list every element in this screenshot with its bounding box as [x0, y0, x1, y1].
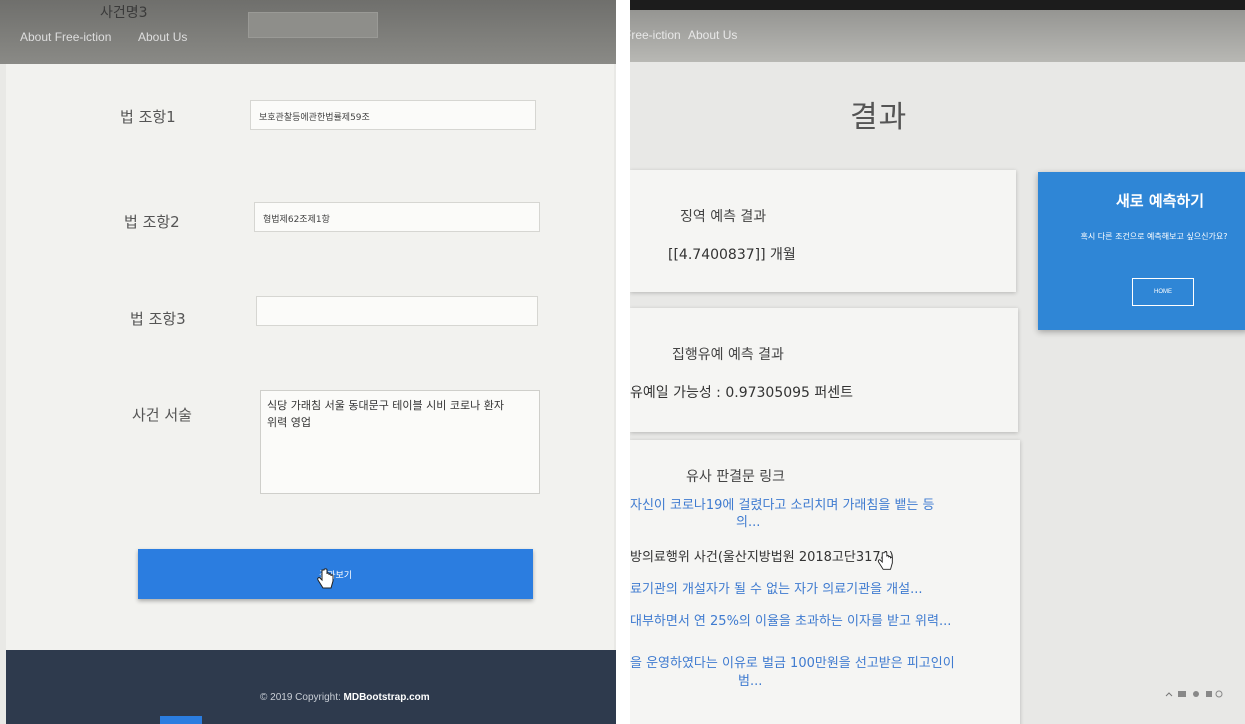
hand-cursor-icon	[317, 568, 334, 589]
law1-label: 법 조항1	[120, 108, 176, 126]
ruling-link-1-cont[interactable]: 의...	[736, 511, 760, 530]
probation-card-value: 유예일 가능성 : 0.97305095 퍼센트	[630, 385, 854, 401]
nav-link-free-iction[interactable]: Free-iction	[630, 28, 681, 42]
law2-input[interactable]: 형법제62조제1항	[254, 202, 540, 232]
footer-brand-link[interactable]: MDBootstrap.com	[344, 692, 430, 703]
navbar: Free-iction About Us	[630, 10, 1245, 62]
ruling-link-5[interactable]: 을 운영하였다는 이유로 벌금 100만원을 선고받은 피고인이	[630, 652, 955, 671]
copyright-text: © 2019 Copyright: MDBootstrap.com	[260, 692, 430, 703]
window-top-edge	[630, 0, 1245, 10]
description-line-1: 식당 가래침 서울 동대문구 테이블 시비 코로나 환자	[267, 399, 504, 412]
case-description-label: 사건 서술	[132, 406, 192, 424]
new-prediction-title: 새로 예측하기	[1116, 192, 1205, 210]
prison-card-title: 징역 예측 결과	[680, 209, 767, 225]
ruling-link-1[interactable]: 자신이 코로나19에 걸렸다고 소리치며 가래침을 뱉는 등	[630, 494, 934, 513]
page-title: 결과	[850, 100, 908, 135]
nav-link-about-us[interactable]: About Us	[688, 28, 737, 42]
case-description-textarea[interactable]: 식당 가래침 서울 동대문구 테이블 시비 코로나 환자 위력 영업	[260, 390, 540, 494]
prison-prediction-card: 징역 예측 결과 [[4.7400837]] 개월	[630, 170, 1016, 292]
law3-input[interactable]	[256, 296, 538, 326]
copyright-prefix: © 2019 Copyright:	[260, 692, 344, 703]
system-tray-icons	[1164, 688, 1224, 703]
home-button[interactable]: HOME	[1132, 278, 1194, 306]
hand-cursor-icon	[877, 551, 893, 570]
clipped-field-label: 사건명3	[100, 5, 148, 21]
clipped-input[interactable]	[248, 12, 378, 38]
footer: © 2019 Copyright: MDBootstrap.com	[6, 650, 616, 724]
right-photo-panel: Free-iction About Us 결과 징역 예측 결과 [[4.740…	[630, 0, 1245, 724]
navbar: 사건명3 About Free-iction About Us	[0, 0, 616, 64]
prison-card-value: [[4.7400837]] 개월	[668, 247, 796, 263]
probation-card-title: 집행유예 예측 결과	[672, 347, 784, 363]
new-prediction-card: 새로 예측하기 혹시 다른 조건으로 예측해보고 싶으신가요? HOME	[1038, 172, 1245, 330]
nav-link-about-us[interactable]: About Us	[138, 30, 187, 44]
new-prediction-description: 혹시 다른 조건으로 예측해보고 싶으신가요?	[1080, 232, 1228, 241]
ruling-link-3[interactable]: 료기관의 개설자가 될 수 없는 자가 의료기관을 개설...	[630, 578, 922, 597]
view-result-button[interactable]: 결과보기	[138, 549, 533, 599]
probation-prediction-card: 집행유예 예측 결과 유예일 가능성 : 0.97305095 퍼센트	[630, 308, 1018, 432]
ruling-link-5-cont[interactable]: 범...	[738, 670, 762, 689]
similar-rulings-card: 유사 판결문 링크 자신이 코로나19에 걸렸다고 소리치며 가래침을 뱉는 등…	[630, 440, 1020, 724]
similar-rulings-title: 유사 판결문 링크	[686, 469, 786, 485]
taskbar-indicator	[160, 716, 202, 724]
description-line-2: 위력 영업	[267, 416, 311, 429]
law2-label: 법 조항2	[124, 213, 180, 231]
home-button-label: HOME	[1154, 289, 1172, 295]
ruling-link-4[interactable]: 대부하면서 연 25%의 이율을 초과하는 이자를 받고 위력...	[630, 610, 951, 629]
tray-icons	[1165, 690, 1223, 698]
ruling-item-2[interactable]: 방의료행위 사건(울산지방법원 2018고단3174)	[630, 546, 894, 565]
nav-link-about-free-iction[interactable]: About Free-iction	[20, 30, 111, 44]
law1-input[interactable]: 보호관찰등에관한법률제59조	[250, 100, 536, 130]
law3-label: 법 조항3	[130, 310, 186, 328]
left-photo-panel: 사건명3 About Free-iction About Us 법 조항1 보호…	[0, 0, 616, 724]
